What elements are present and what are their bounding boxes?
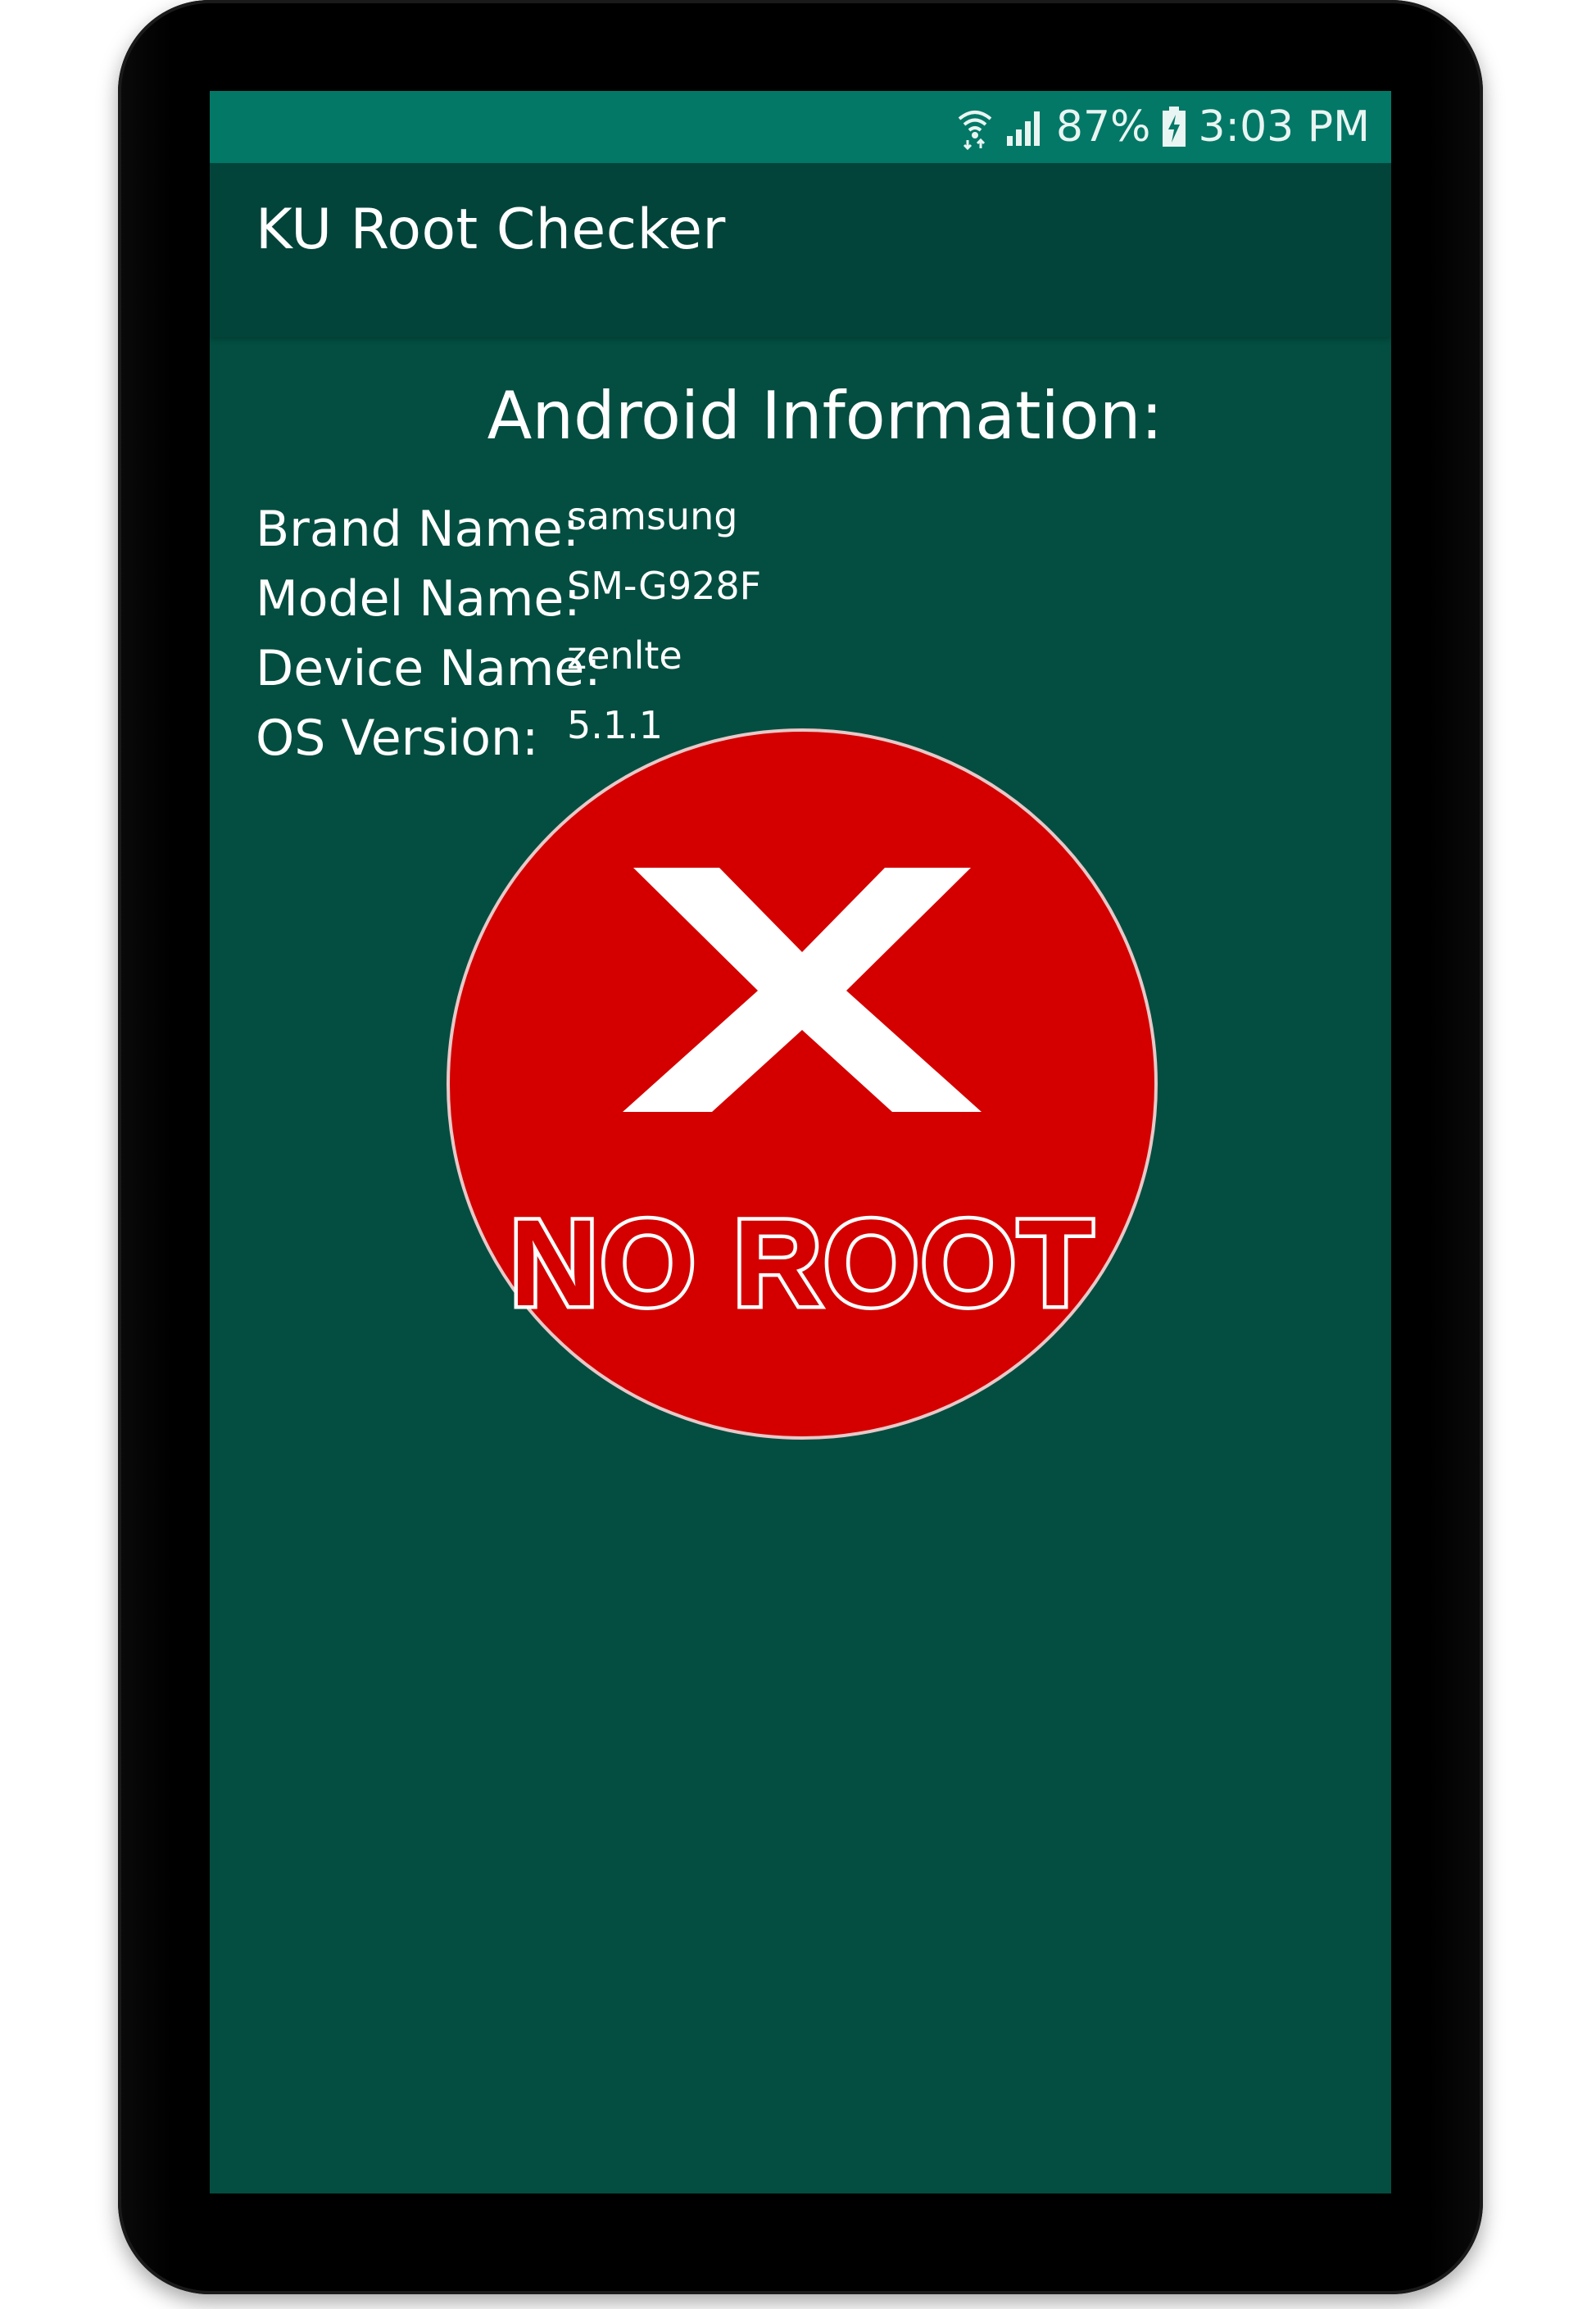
info-value: zenlte: [567, 633, 682, 678]
battery-charging-icon: [1162, 107, 1186, 147]
status-bar: 87% 3:03 PM: [210, 91, 1391, 163]
info-label: Brand Name:: [256, 501, 580, 558]
signal-icon: [1005, 107, 1045, 147]
app-title: KU Root Checker: [256, 197, 726, 262]
app-bar: KU Root Checker: [210, 163, 1391, 337]
clock: 3:03 PM: [1198, 102, 1370, 152]
wifi-icon: [956, 104, 994, 150]
info-value: samsung: [567, 494, 738, 538]
section-heading: Android Information:: [487, 378, 1163, 454]
battery-percent: 87%: [1055, 102, 1151, 152]
screen: 87% 3:03 PM KU Root Checker Android Info…: [210, 91, 1391, 2193]
info-value: SM-G928F: [567, 564, 762, 608]
info-label: Model Name:: [256, 570, 581, 628]
no-root-badge: NO ROOT NO ROOT: [445, 727, 1159, 1441]
status-icons: 87% 3:03 PM: [956, 91, 1370, 163]
badge-text-inner: NO ROOT: [510, 1194, 1095, 1331]
info-label: Device Name:: [256, 640, 601, 697]
